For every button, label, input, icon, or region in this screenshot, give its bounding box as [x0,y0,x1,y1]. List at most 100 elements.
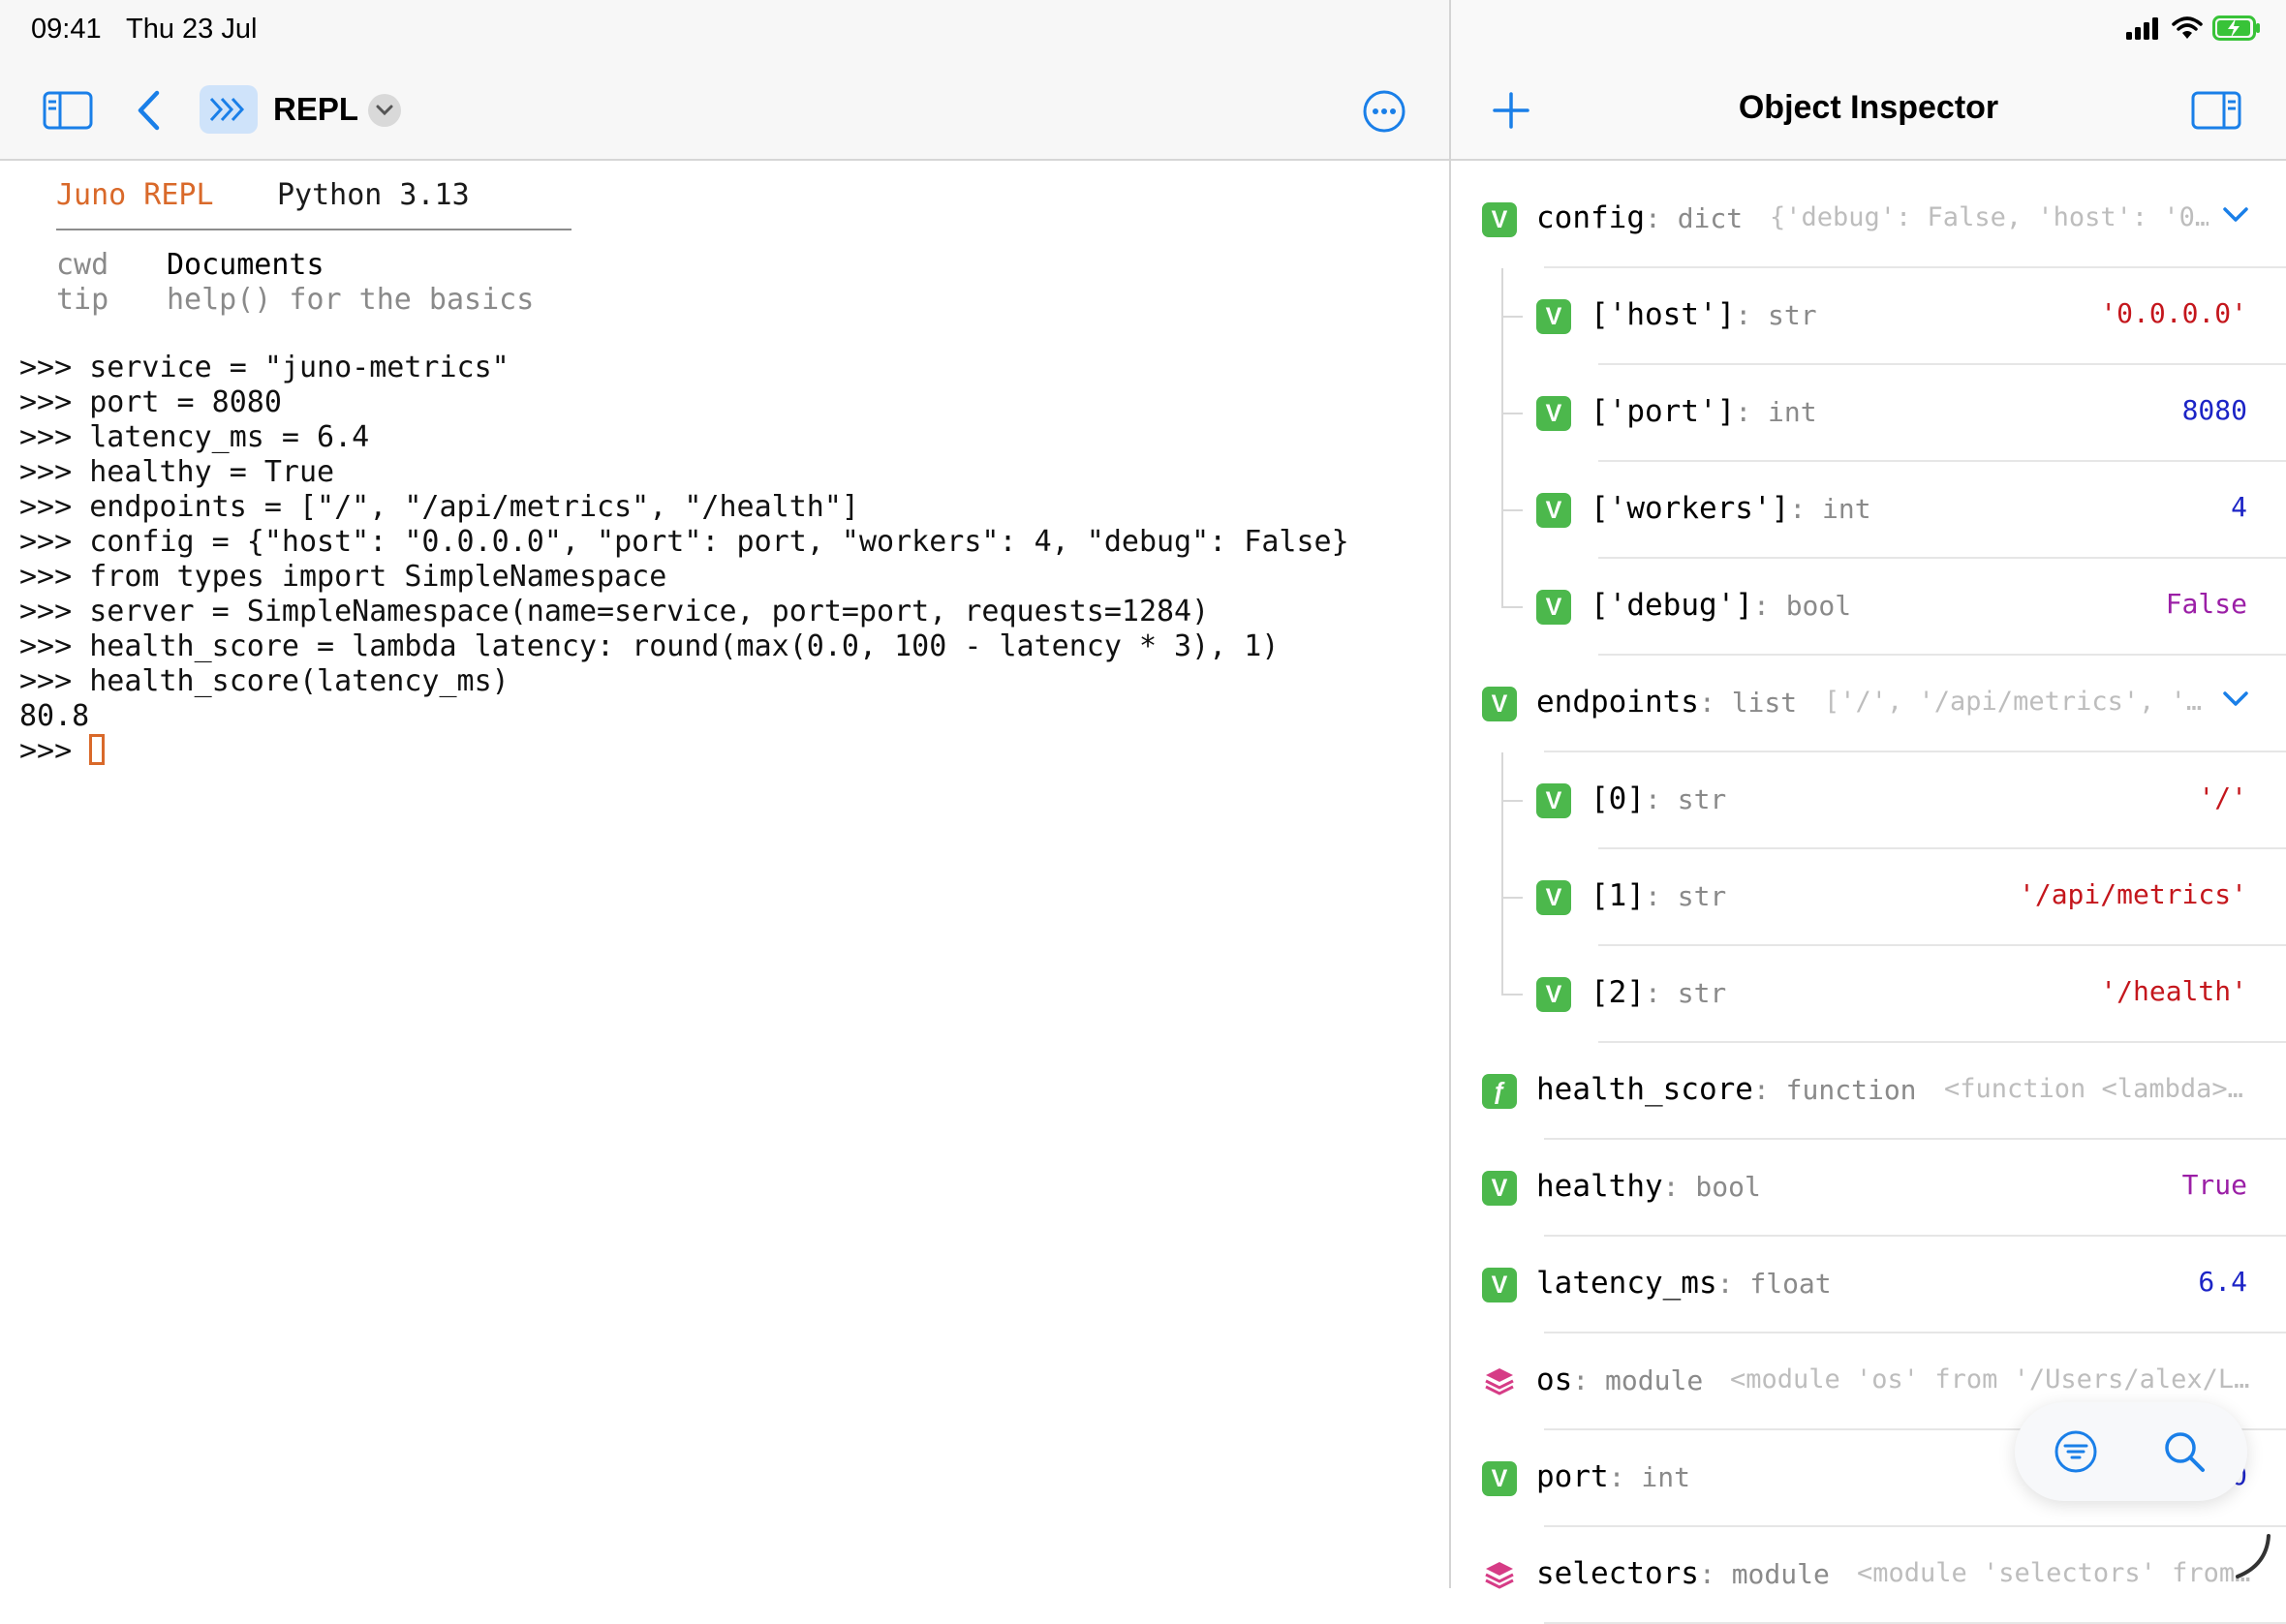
repl-prompt: >>> [19,734,90,768]
inspector-child-row[interactable]: V [2]: str '/health' [1451,946,2286,1043]
inspector-child-row[interactable]: V [0]: str '/' [1451,752,2286,849]
object-value: '/api/metrics' [2018,878,2247,910]
inspector-row[interactable]: ƒ health_score: function <function <lambda… [1451,1043,2286,1140]
inspector-row[interactable]: Vhealthy: bool True [1451,1140,2286,1237]
object-value: 6.4 [2198,1266,2247,1298]
more-button[interactable] [1362,89,1406,134]
value-badge-icon: V [1482,1461,1517,1496]
object-name-text: config [1536,200,1645,235]
cwd-value: Documents [167,248,324,282]
object-preview: {'debug': False, 'host': '0… [1770,202,2209,232]
status-time: 09:41 [31,14,102,45]
repl-line: >>> service = "juno-metrics" [19,351,510,384]
object-type: : int [1789,493,1871,525]
python-version: Python 3.13 [277,178,470,212]
module-icon [1482,1364,1517,1399]
object-value: 8080 [2181,394,2247,426]
object-name-text: ['host'] [1591,297,1736,332]
object-value: '0.0.0.0' [2100,297,2247,329]
object-type: : str [1645,977,1727,1009]
tree-connector [1501,800,1523,802]
tree-connector [1501,897,1523,899]
title-menu-button[interactable] [368,94,401,127]
object-name-text: os [1536,1363,1573,1397]
search-button[interactable] [2162,1429,2207,1474]
status-date: Thu 23 Jul [126,14,258,45]
object-preview: <function <lambda>… [1944,1074,2243,1104]
value-badge-icon: V [1536,977,1571,1012]
inspector-title: Object Inspector [1738,89,1999,126]
object-value: '/' [2198,781,2247,813]
repl-prompt-line[interactable]: >>> [19,733,1349,769]
object-name: [1]: str [1591,878,1726,913]
inspector-child-row[interactable]: V [1]: str '/api/metrics' [1451,849,2286,946]
editor-title[interactable]: REPL [273,91,358,128]
inspector-child-row[interactable]: V ['debug']: bool False [1451,559,2286,656]
text-cursor [89,733,106,765]
object-name-text: [0] [1591,781,1645,816]
inspector-child-row[interactable]: V ['workers']: int 4 [1451,462,2286,559]
repl-line: >>> from types import SimpleNamespace [19,560,667,594]
tree-guide [1501,752,1503,995]
inspector-row[interactable]: selectors: module <module 'selectors' fro… [1451,1527,2286,1624]
inspector-row[interactable]: Vconfig: dict {'debug': False, 'host': '0… [1451,171,2286,268]
tree-connector [1501,509,1523,511]
object-name: ['debug']: bool [1591,588,1851,623]
tree-connector [1501,994,1523,996]
wifi-icon [2172,16,2203,39]
value-badge-icon: V [1482,687,1517,721]
object-name-text: health_score [1536,1072,1753,1107]
inspector-child-row[interactable]: V ['host']: str '0.0.0.0' [1451,268,2286,365]
filter-icon [2054,1430,2097,1473]
cwd-label: cwd [56,248,109,282]
object-name: ['workers']: int [1591,491,1871,526]
value-badge-icon: V [1482,202,1517,237]
expand-chevron-icon[interactable] [2222,690,2249,713]
object-value: True [2181,1169,2247,1201]
object-type: : float [1716,1268,1832,1300]
more-icon [1363,90,1406,133]
repl-output: >>> service = "juno-metrics" >>> port = 8… [19,351,1349,769]
repl-line: >>> latency_ms = 6.4 [19,420,370,454]
object-preview: ['/', '/api/metrics', '… [1824,687,2203,717]
repl-line: >>> endpoints = ["/", "/api/metrics", "/… [19,490,859,524]
object-type: : str [1645,783,1727,815]
chevron-down-icon [376,105,393,116]
object-value: 4 [2231,491,2247,523]
inspector-row[interactable]: Vlatency_ms: float 6.4 [1451,1237,2286,1333]
back-button[interactable] [134,89,163,132]
object-type: : function [1752,1074,1917,1106]
object-name: ['host']: str [1591,297,1817,332]
resize-handle-icon[interactable] [2234,1532,2272,1580]
object-preview: <module 'selectors' from… [1857,1558,2251,1588]
repl-console[interactable]: Juno REPL Python 3.13 cwd Documents tip … [0,161,1449,1588]
object-type: : list [1698,687,1798,719]
value-badge-icon: V [1482,1268,1517,1302]
repl-line: >>> port = 8080 [19,385,282,419]
inspector-child-row[interactable]: V ['port']: int 8080 [1451,365,2286,462]
inspector-sidebar-button[interactable] [2191,91,2241,130]
object-name-text: ['port'] [1591,394,1736,429]
object-type: : module [1698,1558,1830,1590]
object-name-text: ['debug'] [1591,588,1753,623]
sidebar-left-icon [43,91,93,130]
object-name: [0]: str [1591,781,1726,816]
object-name-text: port [1536,1459,1609,1494]
expand-chevron-icon[interactable] [2222,206,2249,229]
object-name: latency_ms: float [1536,1266,1832,1301]
object-name: endpoints: list [1536,685,1797,720]
sidebar-toggle-button[interactable] [43,91,93,130]
back-chevron-icon [138,90,160,131]
header-divider [56,229,572,230]
object-type: : dict [1644,202,1744,234]
inspector-row[interactable]: Vendpoints: list ['/', '/api/metrics', '… [1451,656,2286,752]
tree-connector [1501,413,1523,414]
object-type: : str [1735,299,1817,331]
battery-icon [2212,15,2260,41]
object-type: : bool [1662,1171,1761,1203]
sidebar-right-icon [2191,91,2241,130]
repl-line: >>> server = SimpleNamespace(name=servic… [19,595,1210,628]
repl-tab-icon[interactable] [200,85,258,134]
filter-button[interactable] [2054,1429,2098,1474]
tip-value: help() for the basics [167,283,535,317]
